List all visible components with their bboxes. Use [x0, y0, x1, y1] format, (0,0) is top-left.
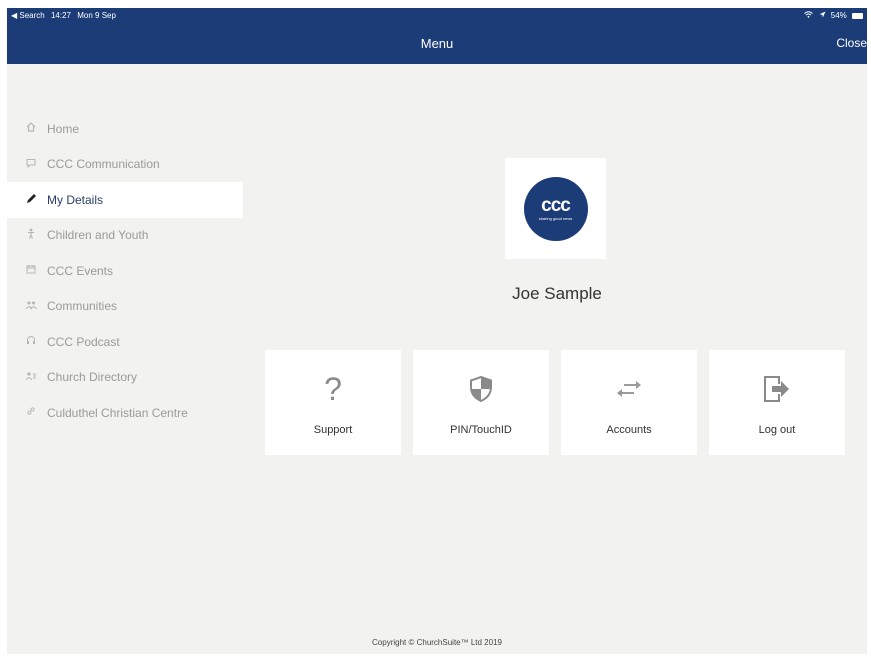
question-icon: ?	[324, 371, 342, 407]
headphones-icon	[23, 335, 39, 348]
sidebar-item-label: My Details	[47, 192, 104, 207]
child-icon	[23, 228, 39, 242]
sidebar-item-label: Communities	[47, 299, 118, 314]
pin-touchid-button[interactable]: PIN/TouchID	[413, 350, 549, 455]
sidebar-item-communities[interactable]: Communities	[7, 289, 243, 325]
page-title: Menu	[420, 36, 454, 51]
sidebar-item-children-and-youth[interactable]: Children and Youth	[7, 218, 243, 254]
close-button[interactable]: Close	[836, 36, 867, 50]
nav-bar: Menu Close	[7, 24, 867, 64]
sidebar-item-label: Children and Youth	[47, 228, 149, 243]
sidebar-item-label: Home	[47, 121, 80, 136]
home-icon	[23, 122, 39, 135]
accounts-label: Accounts	[606, 424, 652, 436]
directory-icon	[23, 371, 39, 384]
location-icon	[819, 11, 828, 20]
sidebar-item-ccc-podcast[interactable]: CCC Podcast	[7, 324, 243, 360]
sidebar-item-label: CCC Podcast	[47, 334, 120, 349]
link-icon	[23, 406, 39, 419]
sidebar-menu: Home CCC Communication My Details Childr…	[7, 111, 243, 431]
battery-icon	[852, 12, 863, 19]
battery-percent: 54%	[830, 11, 847, 20]
sidebar-item-church-directory[interactable]: Church Directory	[7, 360, 243, 396]
support-button[interactable]: ? Support	[265, 350, 401, 455]
people-icon	[23, 300, 39, 313]
sidebar-item-culduthel-christian-centre[interactable]: Culduthel Christian Centre	[7, 395, 243, 431]
copyright-footer: Copyright © ChurchSuite™ Ltd 2019	[372, 638, 502, 647]
church-logo: ccc sharing good news	[505, 158, 606, 259]
pencil-icon	[23, 193, 39, 207]
log-out-label: Log out	[758, 424, 796, 436]
shield-icon	[413, 370, 549, 408]
speech-bubble-icon	[23, 158, 39, 171]
status-bar-right: 54%	[801, 11, 863, 20]
status-bar-left: ◀ Search 14:27 Mon 9 Sep	[11, 11, 120, 20]
status-time: 14:27	[50, 11, 71, 20]
log-out-button[interactable]: Log out	[709, 350, 845, 455]
logo-text: ccc	[541, 195, 571, 216]
accounts-button[interactable]: Accounts	[561, 350, 697, 455]
sidebar-item-my-details[interactable]: My Details	[7, 182, 243, 218]
sidebar-item-home[interactable]: Home	[7, 111, 243, 147]
sidebar-item-label: Church Directory	[47, 370, 138, 385]
status-bar: ◀ Search 14:27 Mon 9 Sep 54%	[7, 8, 867, 24]
status-date: Mon 9 Sep	[77, 11, 116, 20]
sidebar-item-label: CCC Events	[47, 263, 114, 278]
sidebar-item-label: CCC Communication	[47, 157, 160, 172]
logo-tagline: sharing good news	[538, 216, 573, 221]
pin-touchid-label: PIN/TouchID	[450, 424, 512, 436]
user-name: Joe Sample	[512, 284, 602, 303]
logo-circle: ccc sharing good news	[523, 176, 588, 241]
back-to-search-link[interactable]: ◀ Search	[11, 11, 45, 20]
calendar-icon	[23, 264, 39, 277]
logout-icon	[709, 370, 845, 408]
swap-arrows-icon	[561, 370, 697, 408]
app-screen: ◀ Search 14:27 Mon 9 Sep 54% Menu Close …	[7, 8, 867, 654]
sidebar-item-ccc-communication[interactable]: CCC Communication	[7, 147, 243, 183]
sidebar-item-ccc-events[interactable]: CCC Events	[7, 253, 243, 289]
support-label: Support	[313, 424, 353, 436]
wifi-icon	[804, 11, 815, 20]
sidebar-item-label: Culduthel Christian Centre	[47, 405, 188, 420]
